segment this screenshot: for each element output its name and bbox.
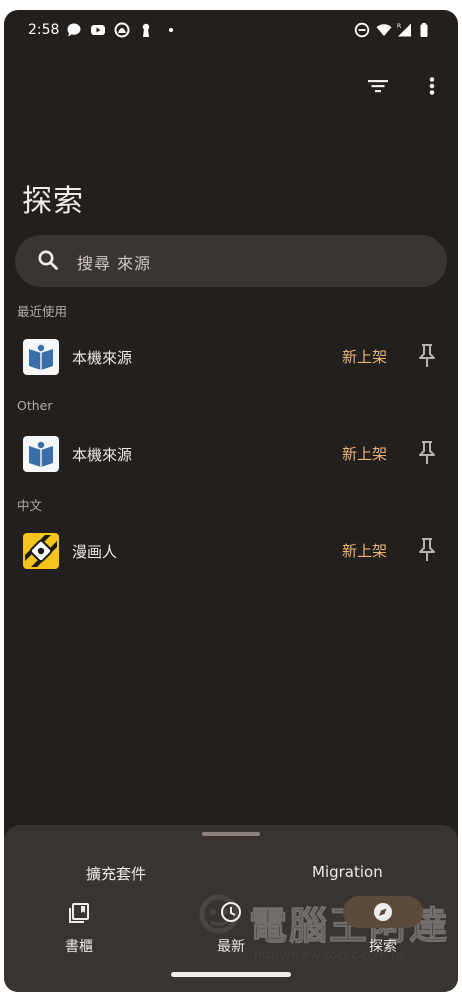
library-icon	[69, 903, 89, 923]
latest-button[interactable]: 新上架	[342, 540, 387, 561]
status-bar: 2:58 R	[4, 10, 458, 50]
nav-library[interactable]: 書櫃	[34, 898, 124, 958]
source-name: 本機來源	[72, 349, 133, 367]
sheet-drag-handle[interactable]	[202, 832, 260, 836]
nav-label: 探索	[369, 939, 397, 955]
manhuaren-logo-icon	[23, 533, 59, 569]
keyhole-icon	[142, 23, 150, 37]
nav-browse[interactable]: 探索	[338, 896, 428, 958]
youtube-icon	[91, 25, 105, 35]
local-source-book-icon	[23, 436, 59, 472]
home-gesture-bar[interactable]	[171, 972, 291, 977]
more-options-button[interactable]	[416, 70, 448, 102]
search-placeholder: 搜尋 來源	[77, 254, 152, 273]
wifi-icon	[376, 24, 392, 36]
clock-icon	[221, 902, 241, 922]
do-not-disturb-icon	[354, 22, 370, 38]
source-row-local-other[interactable]: 本機來源 新上架	[4, 426, 458, 482]
latest-button[interactable]: 新上架	[342, 443, 387, 464]
pin-button[interactable]	[414, 341, 440, 371]
source-row-manhuaren[interactable]: 漫画人 新上架	[4, 523, 458, 579]
pin-icon	[419, 538, 435, 561]
tab-extensions[interactable]: 擴充套件	[86, 863, 146, 884]
more-vert-icon	[429, 77, 435, 95]
pin-icon	[419, 441, 435, 464]
nav-updates[interactable]: 最新	[186, 898, 276, 958]
notification-dot	[169, 28, 173, 32]
nav-label: 最新	[217, 939, 245, 955]
section-header-recent: 最近使用	[17, 304, 68, 319]
signal-icon: R	[397, 23, 411, 37]
source-name: 漫画人	[72, 543, 118, 561]
local-source-book-icon	[23, 339, 59, 375]
filter-button[interactable]	[362, 70, 394, 102]
nav-label: 書櫃	[65, 939, 93, 955]
tab-migration[interactable]: Migration	[312, 863, 383, 881]
search-field[interactable]: 搜尋 來源	[15, 235, 447, 287]
page-title: 探索	[22, 184, 84, 219]
pin-icon	[419, 344, 435, 367]
status-time: 2:58	[28, 22, 60, 38]
source-row-local-recent[interactable]: 本機來源 新上架	[4, 329, 458, 385]
pin-button[interactable]	[414, 438, 440, 468]
phone-screen: 2:58 R 探索 搜尋 來源 最近使用 本機來源 新上架 Other 本機來源…	[4, 10, 458, 992]
section-header-other: Other	[17, 398, 53, 413]
pin-button[interactable]	[414, 535, 440, 565]
app-notification-icon	[114, 22, 130, 38]
svg-text:R: R	[397, 23, 401, 30]
filter-icon	[368, 80, 388, 93]
latest-button[interactable]: 新上架	[342, 346, 387, 367]
search-icon	[38, 250, 58, 270]
source-name: 本機來源	[72, 446, 133, 464]
chat-bubble-icon	[67, 23, 81, 37]
battery-icon	[420, 23, 428, 37]
compass-icon	[374, 903, 392, 921]
section-header-chinese: 中文	[17, 498, 43, 513]
